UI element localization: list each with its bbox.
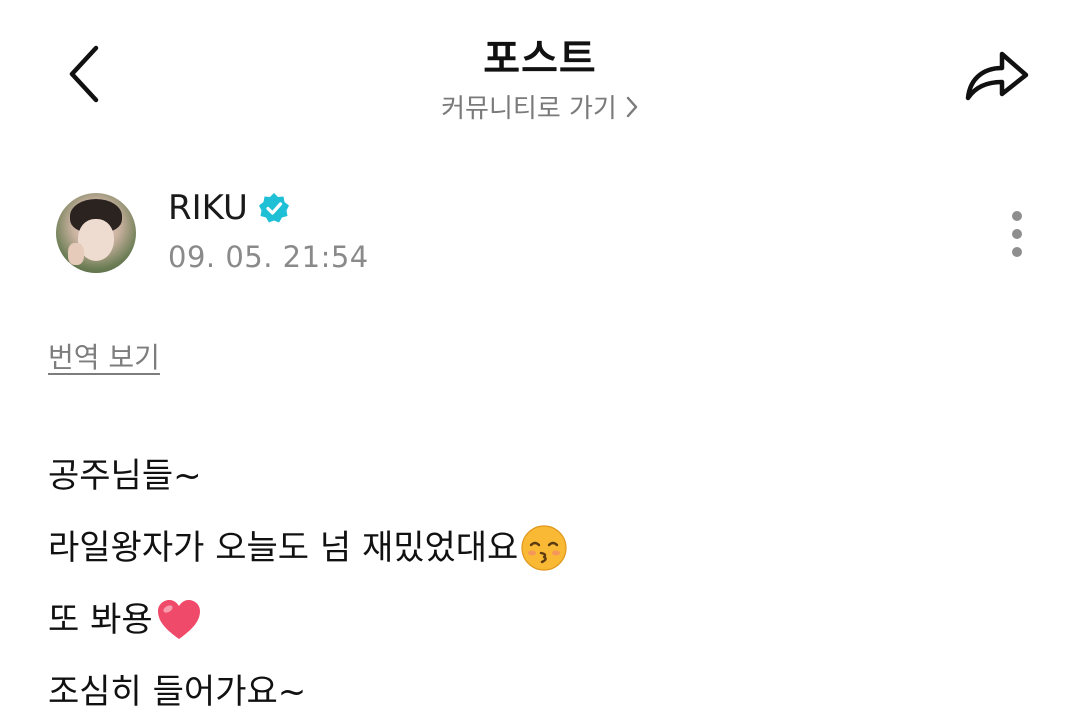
post-header: 포스트 커뮤니티로 가기 (0, 0, 1080, 140)
avatar[interactable] (56, 193, 136, 273)
avatar-hand (68, 243, 84, 265)
post-line-text: 라일왕자가 오늘도 넘 재밌었대요 (48, 528, 519, 568)
post-line-text: 또 봐용 (48, 600, 153, 640)
author-name-row: RIKU (168, 188, 290, 228)
post-line: 또 봐용 (48, 584, 1038, 656)
share-button[interactable] (952, 38, 1042, 110)
post-line: 공주님들~ (48, 440, 1038, 512)
share-arrow-icon (965, 51, 1029, 101)
go-to-community-link[interactable]: 커뮤니티로 가기 (0, 88, 1080, 125)
post-line-text: 조심히 들어가요~ (48, 672, 307, 712)
post-body: 공주님들~ 라일왕자가 오늘도 넘 재밌었대요 또 봐용 조심히 들어가요~ (48, 440, 1038, 728)
verified-badge-icon (258, 193, 289, 223)
post-timestamp: 09. 05. 21:54 (168, 240, 369, 274)
page-title: 포스트 (483, 36, 597, 82)
translate-link[interactable]: 번역 보기 (48, 336, 160, 376)
heart-icon (157, 600, 200, 639)
post-line: 조심히 들어가요~ (48, 656, 1038, 728)
more-vertical-icon (1012, 211, 1022, 221)
post-line-text: 공주님들~ (48, 456, 202, 496)
more-options-button[interactable] (996, 202, 1038, 266)
more-dot (1012, 229, 1022, 239)
kissing-face-icon (521, 525, 567, 571)
author-name[interactable]: RIKU (168, 188, 248, 228)
post-line: 라일왕자가 오늘도 넘 재밌었대요 (48, 512, 1038, 584)
more-dot (1012, 247, 1022, 257)
chevron-right-icon (626, 96, 638, 117)
community-link-label: 커뮤니티로 가기 (441, 94, 617, 124)
